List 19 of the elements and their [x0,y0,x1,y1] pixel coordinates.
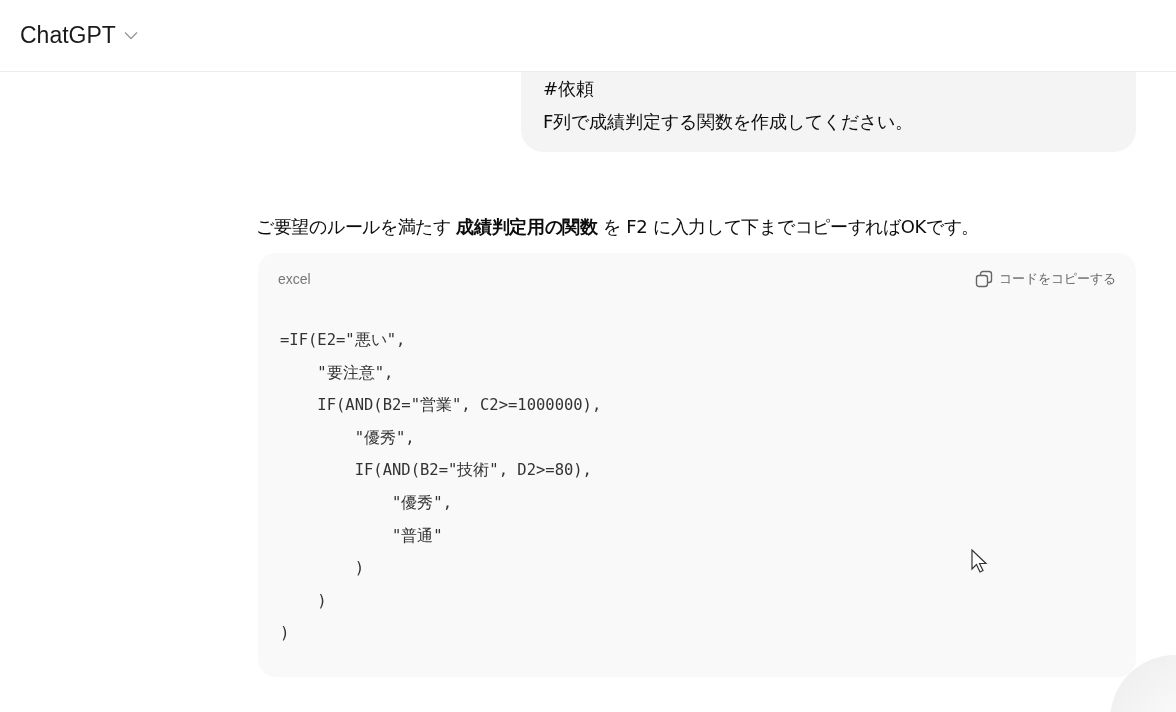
message-line: F列で成績判定する関数を作成してください。 [543,110,915,134]
message-line: #依頼 [543,77,596,101]
code-language: excel [278,271,311,287]
model-selector[interactable]: ChatGPT [20,22,138,49]
code-line: IF(AND(B2="技術", D2>=80), [353,460,592,482]
copy-icon [975,270,993,288]
code-line: IF(AND(B2="営業", C2>=1000000), [316,395,602,417]
code-line: "優秀", [353,427,415,449]
mouse-pointer-icon [971,549,989,575]
chevron-down-icon [123,31,138,40]
copy-code-button[interactable]: コードをコピーする [975,270,1116,288]
code-line: "要注意", [316,362,394,384]
code-line: ) [279,623,290,645]
code-line: "優秀", [390,492,452,514]
assistant-text: ご要望のルールを満たす 成績判定用の関数 を F2 に入力して下までコピーすればOKです。 [256,215,981,239]
code-line: "普通" [390,525,443,547]
code-line: ) [316,590,327,612]
code-line: =IF(E2="悪い", [279,330,406,351]
code-line: ) [353,558,364,580]
